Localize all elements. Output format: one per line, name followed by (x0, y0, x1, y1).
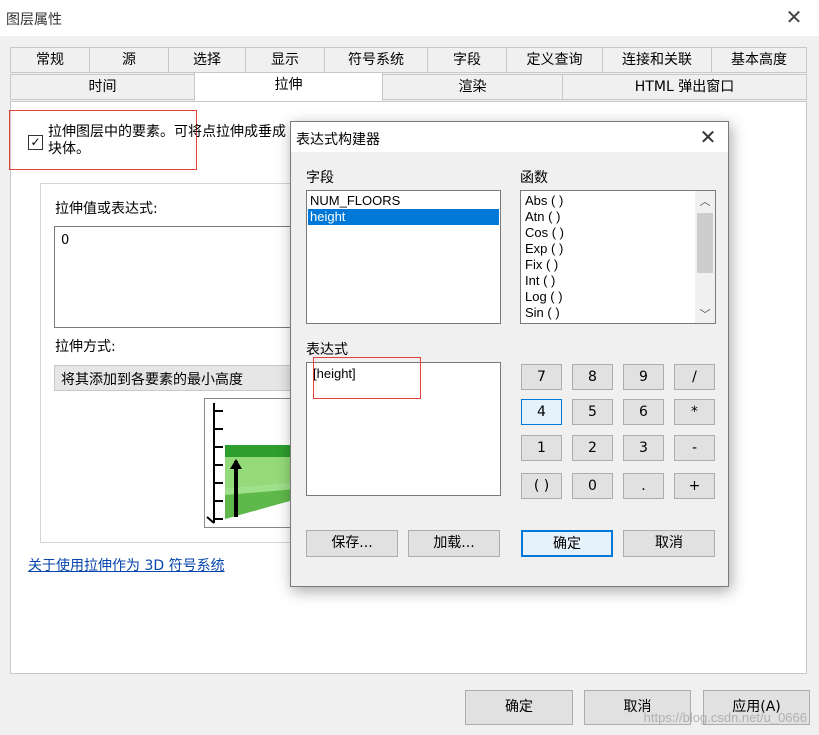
calc-button-7[interactable]: 7 (521, 364, 562, 390)
expression-builder-dialog: 表达式构建器 ✕ 字段 NUM_FLOORS height 函数 Abs ( )… (290, 121, 729, 587)
calc-button-9[interactable]: 9 (623, 364, 664, 390)
calc-button-dot[interactable]: . (623, 473, 664, 499)
tab-display[interactable]: 显示 (245, 47, 325, 73)
tab-definition-query[interactable]: 定义查询 (506, 47, 603, 73)
tab-fields[interactable]: 字段 (427, 47, 507, 73)
extrusion-method-label: 拉伸方式: (55, 339, 116, 355)
function-item-atn[interactable]: Atn ( ) (523, 209, 693, 225)
extrusion-value-field[interactable]: 0 (54, 226, 296, 328)
chevron-down-icon[interactable]: ﹀ (695, 306, 715, 321)
function-item-abs[interactable]: Abs ( ) (523, 193, 693, 209)
calc-button-8[interactable]: 8 (572, 364, 613, 390)
tab-general[interactable]: 常规 (10, 47, 90, 73)
expression-label: 表达式 (306, 342, 348, 358)
function-item-cos[interactable]: Cos ( ) (523, 225, 693, 241)
function-item-int[interactable]: Int ( ) (523, 273, 693, 289)
close-icon[interactable]: ✕ (696, 124, 720, 150)
calc-button-plus[interactable]: + (674, 473, 715, 499)
tab-html-popup[interactable]: HTML 弹出窗口 (562, 74, 807, 100)
tab-time[interactable]: 时间 (10, 74, 195, 100)
tab-symbology[interactable]: 符号系统 (324, 47, 428, 73)
extrude-checkbox[interactable]: ✓ (28, 135, 43, 150)
extrusion-method-select[interactable]: 将其添加到各要素的最小高度 (54, 365, 296, 391)
calc-button-3[interactable]: 3 (623, 435, 664, 461)
dialog-ok-button[interactable]: 确定 (521, 530, 613, 557)
extrusion-preview-image (204, 398, 296, 528)
highlight-box (313, 357, 421, 399)
extrude-checkbox-label: 拉伸图层中的要素。可将点拉伸成垂成块体。 (48, 124, 286, 157)
functions-items: Abs ( ) Atn ( ) Cos ( ) Exp ( ) Fix ( ) … (523, 193, 693, 321)
calc-button-6[interactable]: 6 (623, 399, 664, 425)
functions-list[interactable]: Abs ( ) Atn ( ) Cos ( ) Exp ( ) Fix ( ) … (520, 190, 716, 324)
tab-source[interactable]: 源 (89, 47, 169, 73)
calc-button-parens[interactable]: ( ) (521, 473, 562, 499)
extrusion-value-label: 拉伸值或表达式: (55, 201, 158, 217)
calc-button-divide[interactable]: / (674, 364, 715, 390)
scrollbar-thumb[interactable] (697, 213, 713, 273)
function-item-fix[interactable]: Fix ( ) (523, 257, 693, 273)
dialog-titlebar: 表达式构建器 ✕ (291, 122, 728, 152)
load-button[interactable]: 加载... (408, 530, 500, 557)
calc-button-minus[interactable]: - (674, 435, 715, 461)
dialog-title: 表达式构建器 (296, 132, 380, 148)
functions-label: 函数 (520, 170, 548, 186)
calc-button-2[interactable]: 2 (572, 435, 613, 461)
field-item-height[interactable]: height (308, 209, 499, 225)
tab-extrusion[interactable]: 拉伸 (194, 72, 383, 101)
field-item-num-floors[interactable]: NUM_FLOORS (308, 193, 499, 209)
function-item-exp[interactable]: Exp ( ) (523, 241, 693, 257)
window-title: 图层属性 (6, 12, 62, 28)
functions-scrollbar[interactable]: ︿ ﹀ (695, 191, 715, 323)
ok-button[interactable]: 确定 (465, 690, 573, 725)
calc-button-0[interactable]: 0 (572, 473, 613, 499)
close-icon[interactable]: ✕ (783, 4, 805, 30)
calc-button-5[interactable]: 5 (572, 399, 613, 425)
tab-base-heights[interactable]: 基本高度 (711, 47, 807, 73)
dialog-cancel-button[interactable]: 取消 (623, 530, 715, 557)
calc-button-multiply[interactable]: * (674, 399, 715, 425)
chevron-up-icon[interactable]: ︿ (695, 193, 715, 208)
tab-rendering[interactable]: 渲染 (382, 74, 563, 100)
extrusion-help-link[interactable]: 关于使用拉伸作为 3D 符号系统 (28, 555, 225, 575)
calc-button-4[interactable]: 4 (521, 399, 562, 425)
fields-list[interactable]: NUM_FLOORS height (306, 190, 501, 324)
function-item-sin[interactable]: Sin ( ) (523, 305, 693, 321)
window-titlebar: 图层属性 ✕ (0, 0, 819, 36)
tab-selection[interactable]: 选择 (168, 47, 246, 73)
function-item-log[interactable]: Log ( ) (523, 289, 693, 305)
fields-label: 字段 (306, 170, 334, 186)
watermark: https://blog.csdn.net/u_0666 (643, 710, 807, 725)
tab-joins-relates[interactable]: 连接和关联 (602, 47, 712, 73)
save-button[interactable]: 保存... (306, 530, 398, 557)
calc-button-1[interactable]: 1 (521, 435, 562, 461)
